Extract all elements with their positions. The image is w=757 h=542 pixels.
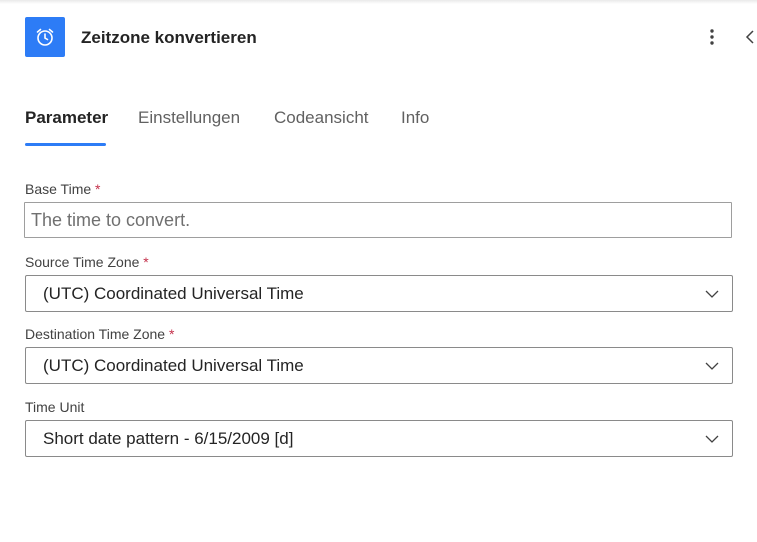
alarm-clock-icon [25, 17, 65, 57]
required-marker: * [95, 181, 101, 197]
more-vertical-icon [710, 29, 714, 45]
source-time-zone-dropdown[interactable]: (UTC) Coordinated Universal Time [25, 275, 733, 312]
time-unit-dropdown[interactable]: Short date pattern - 6/15/2009 [d] [25, 420, 733, 457]
base-time-label: Base Time * [25, 181, 100, 197]
tab-einstellungen[interactable]: Einstellungen [138, 108, 240, 128]
active-tab-indicator [25, 143, 106, 146]
source-time-zone-value: (UTC) Coordinated Universal Time [43, 284, 304, 303]
destination-time-zone-value: (UTC) Coordinated Universal Time [43, 356, 304, 375]
tab-parameter[interactable]: Parameter [25, 108, 108, 128]
destination-time-zone-label: Destination Time Zone * [25, 326, 174, 342]
chevron-down-icon [705, 362, 719, 370]
time-unit-label: Time Unit [25, 399, 84, 415]
collapse-panel-button[interactable] [743, 26, 757, 48]
chevron-down-icon [705, 435, 719, 443]
required-marker: * [168, 326, 175, 342]
source-time-zone-label: Source Time Zone * [25, 254, 149, 270]
destination-time-zone-label-text: Destination Time Zone [25, 326, 166, 342]
base-time-label-text: Base Time [25, 181, 92, 197]
tab-info[interactable]: Info [401, 108, 429, 128]
chevron-left-icon [745, 30, 754, 44]
chevron-down-icon [705, 290, 719, 298]
time-unit-label-text: Time Unit [25, 399, 85, 415]
more-options-button[interactable] [703, 26, 721, 48]
destination-time-zone-dropdown[interactable]: (UTC) Coordinated Universal Time [25, 347, 733, 384]
page-title: Zeitzone konvertieren [81, 28, 257, 47]
base-time-input[interactable] [24, 202, 732, 238]
tab-codeansicht[interactable]: Codeansicht [274, 108, 369, 128]
required-marker: * [143, 254, 149, 270]
time-unit-value: Short date pattern - 6/15/2009 [d] [43, 429, 294, 448]
panel-header: Zeitzone konvertieren [0, 0, 757, 76]
source-time-zone-label-text: Source Time Zone [25, 254, 140, 270]
